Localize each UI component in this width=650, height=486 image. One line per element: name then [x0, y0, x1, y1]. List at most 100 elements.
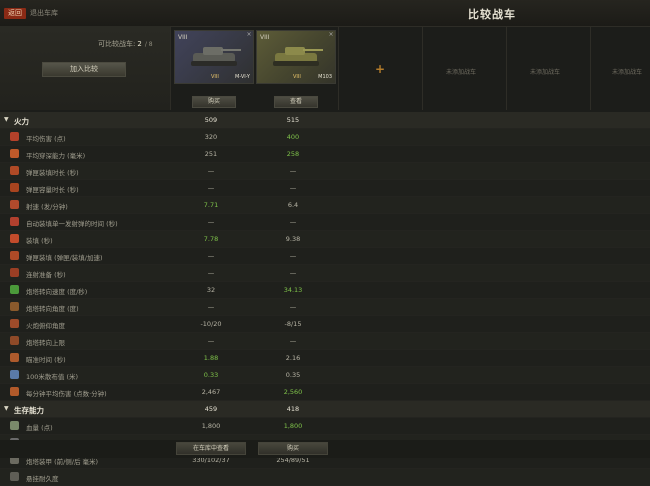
stat-value-vehicle-2: —: [289, 252, 297, 260]
stat-row: 炮塔转向速度 (度/秒) 32 34.13: [0, 282, 650, 299]
stat-icon: [10, 387, 19, 396]
stat-icon: [10, 421, 19, 430]
stat-label: 火力: [14, 117, 29, 126]
stat-icon: [10, 268, 19, 277]
stat-icon: [10, 132, 19, 141]
stat-value-vehicle-2: 0.35: [285, 371, 301, 379]
stat-label: 射速 (发/分钟): [26, 203, 68, 211]
chevron-down-icon[interactable]: ▼: [4, 116, 9, 123]
compare-control-panel: 可比较战车: 2/ 8 加入比较: [0, 26, 170, 110]
stat-value-vehicle-1: 1.88: [203, 354, 219, 362]
vehicle-card-1[interactable]: VIII VIII M-VI-Y ×: [174, 30, 254, 84]
add-vehicle-plus-icon[interactable]: +: [375, 62, 385, 76]
empty-slot-label: 未添加战车: [446, 69, 477, 76]
stat-icon: [10, 319, 19, 328]
stat-icon: [10, 166, 19, 175]
stat-label: 炮塔转向速度 (度/秒): [26, 288, 88, 296]
section-header[interactable]: ▼ 生存能力 459 418: [0, 401, 650, 418]
view-in-garage-button[interactable]: 在车库中查看: [176, 442, 246, 455]
stat-row: 弹匣容量时长 (秒) — —: [0, 180, 650, 197]
vehicle-count-label: 可比较战车:: [98, 40, 136, 48]
tank-image: [273, 47, 323, 66]
vehicle-name: M103: [318, 74, 332, 80]
vehicle-name: M-VI-Y: [235, 74, 250, 80]
stat-icon: [10, 302, 19, 311]
chevron-down-icon[interactable]: ▼: [4, 405, 9, 412]
stat-row: 瞄准时间 (秒) 1.88 2.16: [0, 350, 650, 367]
stat-value-vehicle-2: 9.38: [285, 235, 301, 243]
stat-value-vehicle-2: —: [289, 167, 297, 175]
stat-icon: [10, 251, 19, 260]
stat-row: 血量 (点) 1,800 1,800: [0, 418, 650, 435]
stat-icon: [10, 149, 19, 158]
stat-value-vehicle-1: —: [207, 252, 215, 260]
stat-label: 连射准备 (秒): [26, 271, 66, 279]
stat-icon: [10, 336, 19, 345]
stat-icon: [10, 200, 19, 209]
stat-value-vehicle-2: —: [289, 303, 297, 311]
stat-label: 平均穿深能力 (毫米): [26, 152, 86, 160]
stat-value-vehicle-2: —: [289, 218, 297, 226]
stat-value-vehicle-2: -8/15: [284, 320, 302, 328]
stat-label: 炮塔转向角度 (度): [26, 305, 79, 313]
vehicle-tier: VIII: [260, 34, 270, 41]
stat-row: 弹匣装填时长 (秒) — —: [0, 163, 650, 180]
stat-label: 每分钟平均伤害 (点数·分钟): [26, 390, 107, 398]
top-bar: 返回 退出车库 比较战车: [0, 0, 650, 27]
stat-row: 平均伤害 (点) 320 400: [0, 129, 650, 146]
vehicle-count-value: 2: [137, 40, 142, 48]
vehicle-2-action-button[interactable]: 查看: [274, 96, 318, 108]
stat-icon: [10, 217, 19, 226]
stat-value-vehicle-1: 320: [204, 133, 218, 141]
stat-value-vehicle-1: —: [207, 269, 215, 277]
stat-value-vehicle-2: 400: [286, 133, 300, 141]
stat-row: 射速 (发/分钟) 7.71 6.4: [0, 197, 650, 214]
page-title-text: 比较战车: [468, 8, 516, 21]
stat-label: 平均伤害 (点): [26, 135, 66, 143]
close-icon[interactable]: ×: [328, 32, 334, 38]
stat-value-vehicle-2: —: [289, 184, 297, 192]
stat-value-vehicle-1: -10/20: [200, 320, 222, 328]
stat-value-vehicle-2: 6.4: [287, 201, 299, 209]
stat-icon: [10, 285, 19, 294]
stat-value-vehicle-1: 459: [204, 405, 218, 413]
stat-value-vehicle-2: 418: [286, 405, 300, 413]
stat-value-vehicle-1: —: [207, 218, 215, 226]
vehicle-tier: VIII: [178, 34, 188, 41]
stat-value-vehicle-1: 7.78: [203, 235, 219, 243]
stat-label: 弹匣装填 (弹匣/装填/加速): [26, 254, 103, 262]
stat-value-vehicle-1: 32: [206, 286, 216, 294]
stat-value-vehicle-1: —: [207, 303, 215, 311]
stat-label: 装填 (秒): [26, 237, 53, 245]
add-to-compare-button[interactable]: 加入比较: [42, 62, 126, 77]
vehicle-1-action-button[interactable]: 购买: [192, 96, 236, 108]
stat-value-vehicle-1: —: [207, 184, 215, 192]
stat-value-vehicle-1: 251: [204, 150, 218, 158]
stat-label: 瞄准时间 (秒): [26, 356, 66, 364]
buy-button[interactable]: 购买: [258, 442, 328, 455]
stat-value-vehicle-1: 0.33: [203, 371, 219, 379]
stat-value-vehicle-1: —: [207, 337, 215, 345]
stat-label: 血量 (点): [26, 424, 53, 432]
stat-icon: [10, 370, 19, 379]
level-badge: VIII: [293, 74, 301, 80]
stat-label: 炮塔转向上限: [26, 339, 65, 347]
stat-row: 弹匣装填 (弹匣/装填/加速) — —: [0, 248, 650, 265]
stat-row: 自动装填单一发射弹的时间 (秒) — —: [0, 214, 650, 231]
stat-value-vehicle-2: 2,560: [283, 388, 303, 396]
vehicle-count-max: / 8: [144, 41, 153, 48]
stat-value-vehicle-1: 2,467: [201, 388, 221, 396]
vehicle-card-2[interactable]: VIII VIII M103 ×: [256, 30, 336, 84]
stat-icon: [10, 183, 19, 192]
stat-icon: [10, 472, 19, 481]
stat-row: 装填 (秒) 7.78 9.38: [0, 231, 650, 248]
stat-value-vehicle-1: —: [207, 167, 215, 175]
level-badge: VIII: [211, 74, 219, 80]
close-icon[interactable]: ×: [246, 32, 252, 38]
stat-value-vehicle-2: —: [289, 337, 297, 345]
stat-row: 炮塔转向角度 (度) — —: [0, 299, 650, 316]
stat-icon: [10, 353, 19, 362]
empty-slot-label: 未添加战车: [612, 69, 643, 76]
section-header[interactable]: ▼ 火力 509 515: [0, 112, 650, 129]
stat-label: 100米散布值 (米): [26, 373, 79, 381]
